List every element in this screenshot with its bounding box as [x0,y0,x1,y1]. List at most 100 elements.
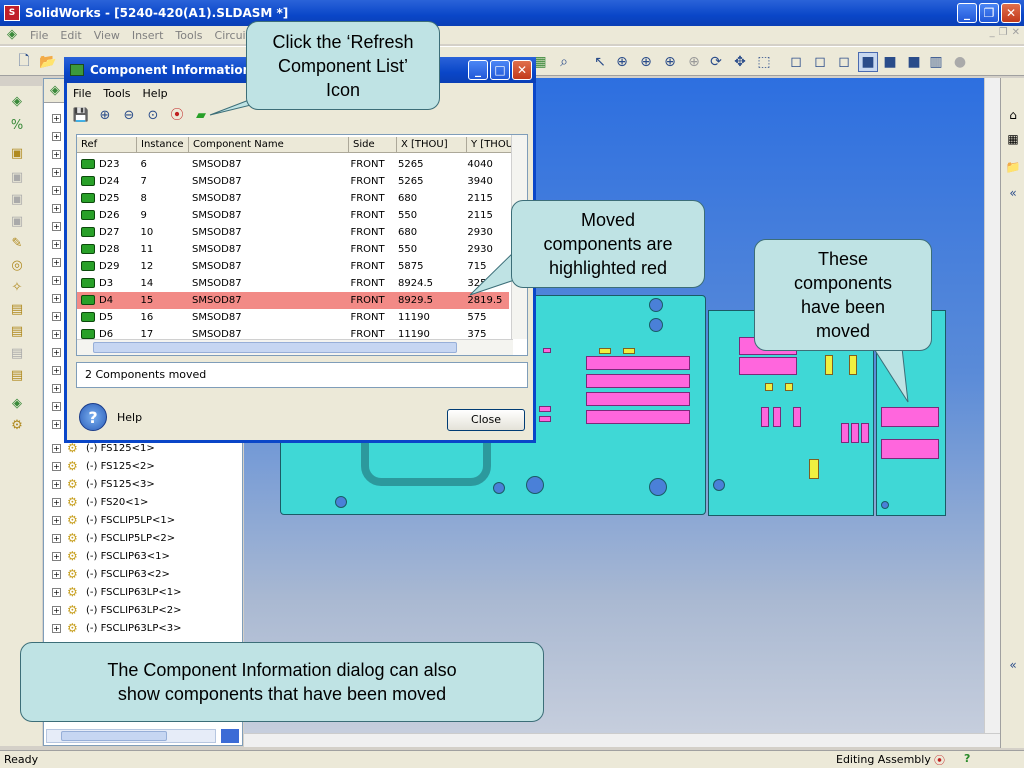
show-hidden-icon[interactable]: ✎ [8,234,26,252]
column-header-instance[interactable]: Instance [137,137,189,152]
shadows-icon[interactable]: ■ [904,52,924,72]
instant3d-icon[interactable]: ◈ [8,394,26,412]
component-pattern-icon[interactable]: ▣ [8,144,26,162]
minimize-button[interactable]: _ [957,3,977,23]
find-icon[interactable]: ⌕ [554,52,574,72]
pan-icon[interactable]: ✥ [730,52,750,72]
component-list[interactable]: Ref Instance Component Name Side X [THOU… [76,134,528,356]
column-header-ref[interactable]: Ref [77,137,137,152]
mdi-minimize-icon[interactable]: _ [990,27,995,38]
table-row[interactable]: D5 16 SMSOD87 FRONT 11190 575 [77,309,509,326]
insert-component-icon[interactable]: ◈ [8,92,26,110]
table-row[interactable]: D26 9 SMSOD87 FRONT 550 2115 [77,207,509,224]
section-view-icon[interactable]: ▥ [926,52,946,72]
menu-view[interactable]: View [88,29,126,42]
wireframe-icon[interactable]: ◻ [786,52,806,72]
zoom-in-out-icon[interactable]: ⊕ [660,52,680,72]
dialog-minimize-button[interactable]: _ [468,60,488,80]
open-folder-icon[interactable]: 📂 [38,52,58,72]
help-status-icon[interactable]: ? [964,752,970,765]
close-button[interactable]: Close [447,409,525,431]
restore-button[interactable]: ❐ [979,3,999,23]
tree-horizontal-scrollbar[interactable] [46,729,216,743]
home-icon[interactable]: ⌂ [1004,106,1022,124]
table-row[interactable]: D29 12 SMSOD87 FRONT 5875 715 [77,258,509,275]
options-gear-icon[interactable]: ⚙ [8,416,26,434]
tree-item-fsclip5lp-1[interactable]: + ⚙ (-) FSCLIP5LP<1> [52,511,238,529]
table-row[interactable]: D25 8 SMSOD87 FRONT 680 2115 [77,190,509,207]
list-horizontal-scrollbar[interactable] [77,339,513,355]
table-row[interactable]: D28 11 SMSOD87 FRONT 550 2930 [77,241,509,258]
new-motion-study-icon[interactable]: ▤ [8,300,26,318]
shaded-with-edges-icon[interactable]: ■ [858,52,878,72]
expand-pane-icon[interactable]: « [1004,656,1022,674]
table-row[interactable]: D3 14 SMSOD87 FRONT 8924.5 3255 [77,275,509,292]
dialog-maximize-button[interactable]: □ [490,60,510,80]
traffic-light-icon[interactable]: ⦿ [167,106,187,126]
exploded-view-icon[interactable]: ▤ [8,344,26,362]
column-header-x[interactable]: X [THOU] [397,137,467,152]
close-window-button[interactable]: ✕ [1001,3,1021,23]
design-library-icon[interactable]: ▦ [1004,130,1022,148]
new-document-icon[interactable]: 🗋 [14,52,34,72]
select-icon[interactable]: ↖ [590,52,610,72]
menu-edit[interactable]: Edit [54,29,87,42]
move-component-icon[interactable]: ▣ [8,190,26,208]
tree-split-button[interactable] [221,729,239,743]
view-orientation-icon[interactable]: ⬚ [754,52,774,72]
menu-file[interactable]: File [24,29,54,42]
rotate-component-icon[interactable]: ▣ [8,212,26,230]
bill-of-materials-icon[interactable]: ▤ [8,322,26,340]
tree-item-fs125-2[interactable]: + ⚙ (-) FS125<2> [52,457,238,475]
hidden-lines-visible-icon[interactable]: ◻ [810,52,830,72]
zoom-fit-icon[interactable]: ⊙ [143,106,163,126]
table-row[interactable]: D27 10 SMSOD87 FRONT 680 2930 [77,224,509,241]
zoom-area-icon[interactable]: ⊕ [636,52,656,72]
rebuild-status-icon[interactable]: ⦿ [934,752,945,768]
assembly-menu-icon[interactable]: ◈ [4,27,20,43]
solidworks-app-icon[interactable]: S [4,5,20,21]
tree-item-fsclip63-1[interactable]: + ⚙ (-) FSCLIP63<1> [52,547,238,565]
assembly-feature-icon[interactable]: ◎ [8,256,26,274]
zoom-out-icon[interactable]: ⊖ [119,106,139,126]
zoom-to-fit-icon[interactable]: ⊕ [612,52,632,72]
interference-detection-icon[interactable]: ▤ [8,366,26,384]
dialog-close-x-button[interactable]: ✕ [512,60,532,80]
table-row[interactable]: D23 6 SMSOD87 FRONT 5265 4040 [77,156,509,173]
zoom-in-icon[interactable]: ⊕ [95,106,115,126]
tree-item-fsclip63lp-3[interactable]: + ⚙ (-) FSCLIP63LP<3> [52,619,238,637]
table-row[interactable]: D24 7 SMSOD87 FRONT 5265 3940 [77,173,509,190]
shaded-icon[interactable]: ■ [880,52,900,72]
zoom-selection-icon[interactable]: ⊕ [684,52,704,72]
refresh-component-list-icon[interactable]: ▰ [191,106,211,126]
tree-item-fs125-3[interactable]: + ⚙ (-) FS125<3> [52,475,238,493]
tree-item-fsclip63lp-1[interactable]: + ⚙ (-) FSCLIP63LP<1> [52,583,238,601]
menu-insert[interactable]: Insert [126,29,170,42]
column-header-component-name[interactable]: Component Name [189,137,349,152]
rotate-view-icon[interactable]: ⟳ [706,52,726,72]
graphics-vertical-scrollbar[interactable] [984,78,1000,733]
tree-item-fs20-1[interactable]: + ⚙ (-) FS20<1> [52,493,238,511]
table-row-highlighted[interactable]: D4 15 SMSOD87 FRONT 8929.5 2819.5 [77,292,509,309]
save-icon[interactable]: 💾 [71,106,91,126]
mdi-restore-icon[interactable]: ❐ [999,27,1008,38]
dialog-menu-help[interactable]: Help [137,87,174,100]
help-question-icon[interactable]: ? [79,403,107,431]
mdi-close-icon[interactable]: ✕ [1012,27,1020,38]
file-explorer-icon[interactable]: 📁 [1004,158,1022,176]
dialog-menu-tools[interactable]: Tools [97,87,136,100]
dialog-menu-file[interactable]: File [67,87,97,100]
featuremanager-tab-icon[interactable]: ◈ [50,83,60,98]
reference-geometry-icon[interactable]: ✧ [8,278,26,296]
column-header-side[interactable]: Side [349,137,397,152]
menu-tools[interactable]: Tools [169,29,208,42]
hidden-lines-removed-icon[interactable]: ◻ [834,52,854,72]
tree-item-fsclip63-2[interactable]: + ⚙ (-) FSCLIP63<2> [52,565,238,583]
graphics-horizontal-scrollbar[interactable] [244,733,1000,747]
realview-icon[interactable]: ● [950,52,970,72]
mate-icon[interactable]: % [8,116,26,134]
tree-item-fsclip5lp-2[interactable]: + ⚙ (-) FSCLIP5LP<2> [52,529,238,547]
column-header-y[interactable]: Y [THOU [467,137,513,152]
tree-item-fsclip63lp-2[interactable]: + ⚙ (-) FSCLIP63LP<2> [52,601,238,619]
smart-fasteners-icon[interactable]: ▣ [8,168,26,186]
